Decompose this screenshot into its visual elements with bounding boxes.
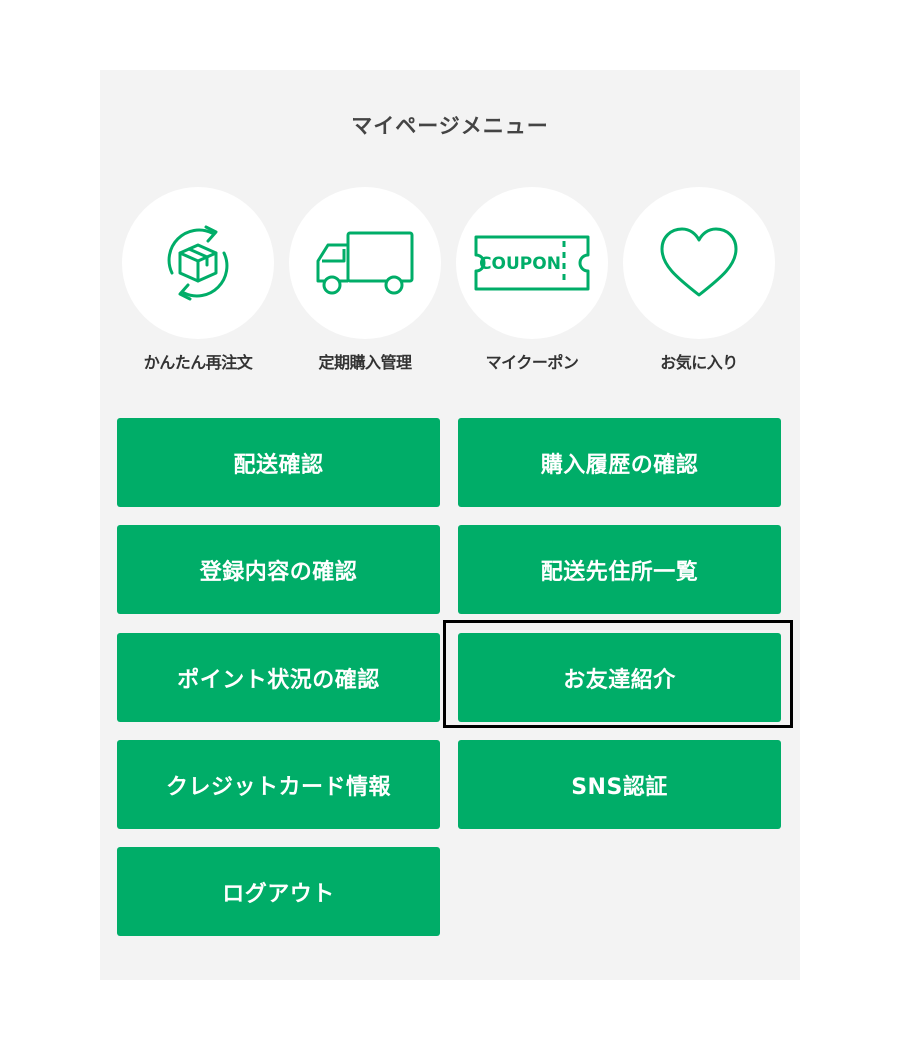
heart-icon	[660, 227, 738, 297]
purchase-history-button[interactable]: 購入履歴の確認	[458, 418, 781, 507]
coupon-icon-text: COUPON	[479, 254, 561, 274]
favorites-circle[interactable]	[623, 187, 775, 339]
icon-label: 定期購入管理	[318, 353, 412, 372]
icon-item-favorites[interactable]: お気に入り	[619, 187, 779, 373]
credit-card-info-button[interactable]: クレジットカード情報	[117, 740, 440, 829]
highlight-frame	[443, 620, 793, 728]
logout-button[interactable]: ログアウト	[117, 847, 440, 936]
menu-title: マイページメニュー	[351, 114, 549, 138]
icon-item-subscription[interactable]: 定期購入管理	[285, 187, 445, 373]
truck-icon	[316, 231, 414, 295]
subscription-circle[interactable]	[289, 187, 441, 339]
mypage-menu-panel: マイページメニュー かんたん再注文 定期購入管理 COUPON マイクーポン お…	[100, 70, 800, 980]
icon-label: かんたん再注文	[143, 353, 253, 372]
icon-label: マイクーポン	[485, 353, 579, 372]
icon-label: お気に入り	[660, 353, 738, 372]
icon-item-coupon[interactable]: COUPON マイクーポン	[452, 187, 612, 373]
registration-info-button[interactable]: 登録内容の確認	[117, 525, 440, 614]
reorder-box-icon	[167, 225, 229, 301]
coupon-icon: COUPON	[474, 235, 590, 291]
coupon-circle[interactable]: COUPON	[456, 187, 608, 339]
sns-auth-button[interactable]: SNS認証	[458, 740, 781, 829]
delivery-addresses-button[interactable]: 配送先住所一覧	[458, 525, 781, 614]
delivery-check-button[interactable]: 配送確認	[117, 418, 440, 507]
points-status-button[interactable]: ポイント状況の確認	[117, 633, 440, 722]
icon-item-reorder[interactable]: かんたん再注文	[118, 187, 278, 373]
reorder-circle[interactable]	[122, 187, 274, 339]
